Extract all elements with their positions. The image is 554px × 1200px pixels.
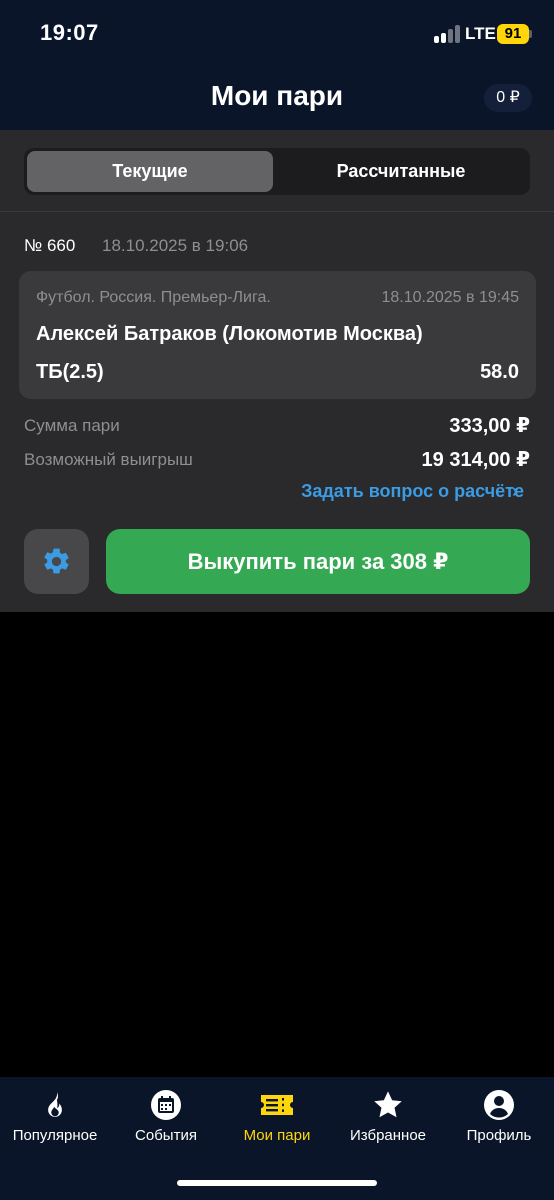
- battery-icon: 91: [497, 24, 529, 44]
- status-time: 19:07: [40, 20, 99, 45]
- nav-my-bets[interactable]: Мои пари: [222, 1089, 332, 1159]
- bet-number: № 660: [24, 236, 76, 255]
- nav-events[interactable]: События: [111, 1089, 221, 1159]
- ticket-icon: [261, 1095, 293, 1115]
- settings-button[interactable]: [24, 529, 89, 594]
- chevron-right-icon: ›: [512, 481, 518, 501]
- page-title: Мои пари: [210, 80, 344, 111]
- nav-label: Профиль: [466, 1127, 532, 1144]
- tab-current[interactable]: Текущие: [27, 151, 273, 192]
- tab-settled[interactable]: Рассчитанные: [275, 151, 527, 192]
- balance-badge[interactable]: 0 ₽: [484, 84, 532, 112]
- calendar-icon: [151, 1090, 181, 1120]
- league-label: Футбол. Россия. Премьер-Лига.: [36, 289, 271, 306]
- gear-icon: [44, 548, 69, 574]
- flame-icon: [48, 1091, 62, 1117]
- stake-label: Сумма пари: [24, 416, 120, 435]
- nav-label: Мои пари: [243, 1127, 311, 1144]
- nav-label: События: [135, 1127, 197, 1144]
- bets-segmented-control: Текущие Рассчитанные: [24, 148, 530, 195]
- battery-tip: [529, 30, 532, 38]
- bet-card[interactable]: Футбол. Россия. Премьер-Лига. 18.10.2025…: [19, 271, 536, 399]
- divider: [0, 211, 554, 212]
- nav-popular[interactable]: Популярное: [0, 1089, 110, 1159]
- star-icon: [374, 1091, 402, 1118]
- selection-name: Алексей Батраков (Локомотив Москва): [36, 323, 423, 345]
- outcome-label: ТБ(2.5): [36, 361, 104, 383]
- nav-profile[interactable]: Профиль: [444, 1089, 554, 1159]
- profile-icon: [484, 1090, 514, 1120]
- odds-value: 58.0: [480, 361, 519, 383]
- top-bar: 19:07 LTE 91 Мои пари 0 ₽: [0, 0, 554, 130]
- nav-favorites[interactable]: Избранное: [333, 1089, 443, 1159]
- nav-label: Избранное: [349, 1127, 427, 1144]
- status-bar: 19:07 LTE 91: [0, 0, 554, 68]
- event-time: 18.10.2025 в 19:45: [381, 289, 519, 306]
- network-label: LTE: [465, 24, 496, 43]
- ask-question-link[interactable]: Задать вопрос о расчёте: [301, 481, 524, 502]
- nav-label: Популярное: [12, 1127, 98, 1144]
- home-indicator: [177, 1180, 377, 1186]
- stake-value: 333,00 ₽: [449, 415, 530, 437]
- bet-date: 18.10.2025 в 19:06: [102, 236, 249, 255]
- buyout-button[interactable]: Выкупить пари за 308 ₽: [106, 529, 530, 594]
- signal-icon: [434, 25, 462, 43]
- potential-win-value: 19 314,00 ₽: [421, 449, 530, 471]
- potential-win-label: Возможный выигрыш: [24, 450, 193, 469]
